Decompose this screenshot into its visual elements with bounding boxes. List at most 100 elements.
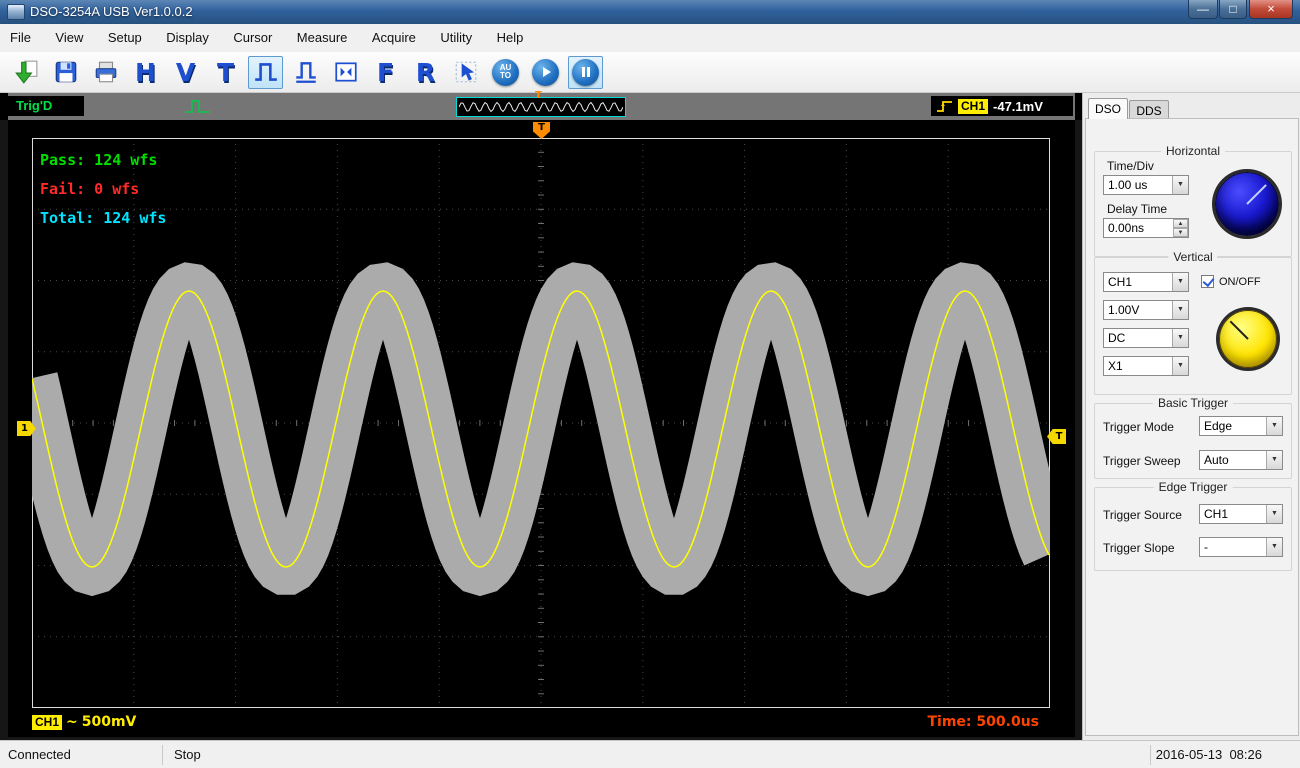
menu-help[interactable]: Help [487,24,534,46]
chevron-down-icon[interactable]: ▼ [1266,417,1282,435]
trigger-info: CH1 -47.1mV [931,96,1073,116]
menu-file[interactable]: File [0,24,41,46]
tab-dds[interactable]: DDS [1129,100,1169,119]
channel-value: CH1 [1108,275,1132,289]
volts-per-div: 500mV [82,712,137,732]
trigger-panel-button[interactable]: T [208,56,243,89]
minimize-button[interactable]: — [1188,0,1218,19]
save-button[interactable] [48,56,83,89]
status-bar: Connected Stop 2016-05-13 08:26 [0,740,1300,768]
trigger-slope-select[interactable]: - ▼ [1199,537,1283,557]
control-panel: DSO DDS Horizontal Time/Div 1.00 us ▼ De… [1082,93,1300,740]
trigger-icon: T [217,58,234,87]
mask-button[interactable] [288,56,323,89]
basic-trigger-group: Basic Trigger Trigger Mode Edge ▼ Trigge… [1094,403,1292,479]
vertical-group: Vertical CH1 ▼ ON/OFF 1.00V ▼ DC ▼ X1 ▼ [1094,257,1292,395]
trigger-channel-badge: CH1 [958,99,988,114]
horizontal-knob[interactable] [1215,172,1279,236]
trigger-level-readout: -47.1mV [993,99,1043,114]
chevron-down-icon[interactable]: ▼ [1266,451,1282,469]
record-icon: R [416,58,435,87]
open-button[interactable] [8,56,43,89]
menu-cursor[interactable]: Cursor [223,24,282,46]
trigger-mode-select[interactable]: Edge ▼ [1199,416,1283,436]
horizontal-group-title: Horizontal [1161,144,1225,158]
chevron-down-icon[interactable]: ▼ [1172,357,1188,375]
save-icon [53,59,79,85]
coupling-symbol: ~ [66,712,78,732]
spin-down-icon[interactable]: ▼ [1173,228,1188,237]
status-strip: Trig'D T CH1 -47.1mV [8,93,1075,120]
coupling-select[interactable]: DC ▼ [1103,328,1189,348]
title-bar: DSO-3254A USB Ver1.0.0.2 — □ × [0,0,1300,24]
probe-select[interactable]: X1 ▼ [1103,356,1189,376]
trigger-sweep-value: Auto [1204,453,1229,467]
trigger-sweep-label: Trigger Sweep [1103,454,1181,468]
waveform-area[interactable]: Pass: 124 wfs Fail: 0 wfs Total: 124 wfs [32,138,1050,708]
run-button[interactable] [528,56,563,89]
coupling-value: DC [1108,331,1125,345]
trigger-mode-value: Edge [1204,419,1232,433]
chevron-down-icon[interactable]: ▼ [1172,176,1188,194]
pause-button[interactable] [568,56,603,89]
pass-fail-readout: Pass: 124 wfs Fail: 0 wfs Total: 124 wfs [40,146,166,233]
close-button[interactable]: × [1249,0,1293,19]
channel-on-off-checkbox[interactable] [1201,275,1214,288]
fft-button[interactable]: F [368,56,403,89]
knob-pointer [1230,321,1249,340]
volts-div-select[interactable]: 1.00V ▼ [1103,300,1189,320]
trigger-source-select[interactable]: CH1 ▼ [1199,504,1283,524]
pass-count: Pass: 124 wfs [40,146,166,175]
channel-badge: CH1 [32,715,62,730]
scope-grid [32,138,1050,708]
trigger-sweep-select[interactable]: Auto ▼ [1199,450,1283,470]
trigger-slope-label: Trigger Slope [1103,541,1175,555]
menu-utility[interactable]: Utility [430,24,482,46]
trigger-position-marker[interactable]: T [533,122,550,139]
delay-spinner[interactable]: 0.00ns ▲ ▼ [1103,218,1189,238]
horizontal-group: Horizontal Time/Div 1.00 us ▼ Delay Time… [1094,151,1292,257]
channel-select[interactable]: CH1 ▼ [1103,272,1189,292]
menu-measure[interactable]: Measure [287,24,358,46]
menu-display[interactable]: Display [156,24,219,46]
vertical-group-title: Vertical [1168,250,1217,264]
spin-up-icon[interactable]: ▲ [1173,219,1188,228]
cursor-button[interactable] [448,56,483,89]
trigger-edge-icon [936,99,953,114]
tab-dso[interactable]: DSO [1088,98,1128,119]
play-icon [532,59,559,86]
chevron-down-icon[interactable]: ▼ [1266,505,1282,523]
preview-trigger-marker: T [535,90,542,101]
connection-status: Connected [8,747,71,762]
timediv-select[interactable]: 1.00 us ▼ [1103,175,1189,195]
delay-label: Delay Time [1107,202,1167,216]
onoff-label: ON/OFF [1219,276,1261,288]
chevron-down-icon[interactable]: ▼ [1172,273,1188,291]
basic-trigger-title: Basic Trigger [1153,396,1233,410]
horizontal-panel-button[interactable]: H [128,56,163,89]
menu-bar: File View Setup Display Cursor Measure A… [0,24,1300,53]
maximize-button[interactable]: □ [1219,0,1247,19]
timediv-label: Time/Div [1107,159,1154,173]
datetime: 2016-05-13 08:26 [1156,747,1262,762]
record-button[interactable]: R [408,56,443,89]
fail-count: Fail: 0 wfs [40,175,166,204]
chevron-down-icon[interactable]: ▼ [1266,538,1282,556]
menu-acquire[interactable]: Acquire [362,24,426,46]
vertical-panel-button[interactable]: V [168,56,203,89]
channel-readout: CH1 ~ 500mV [32,712,136,732]
chevron-down-icon[interactable]: ▼ [1172,301,1188,319]
pulse-status-icon [184,98,212,115]
menu-setup[interactable]: Setup [98,24,152,46]
probe-value: X1 [1108,359,1123,373]
timediv-value: 1.00 us [1108,178,1147,192]
trigger-mode-label: Trigger Mode [1103,420,1174,434]
vertical-knob[interactable] [1219,310,1277,368]
chevron-down-icon[interactable]: ▼ [1172,329,1188,347]
autoset-icon: AU TO [492,59,519,86]
pass-fail-button[interactable] [248,56,283,89]
print-button[interactable] [88,56,123,89]
autoset-button[interactable]: AU TO [488,56,523,89]
menu-view[interactable]: View [45,24,93,46]
default-setup-button[interactable] [328,56,363,89]
